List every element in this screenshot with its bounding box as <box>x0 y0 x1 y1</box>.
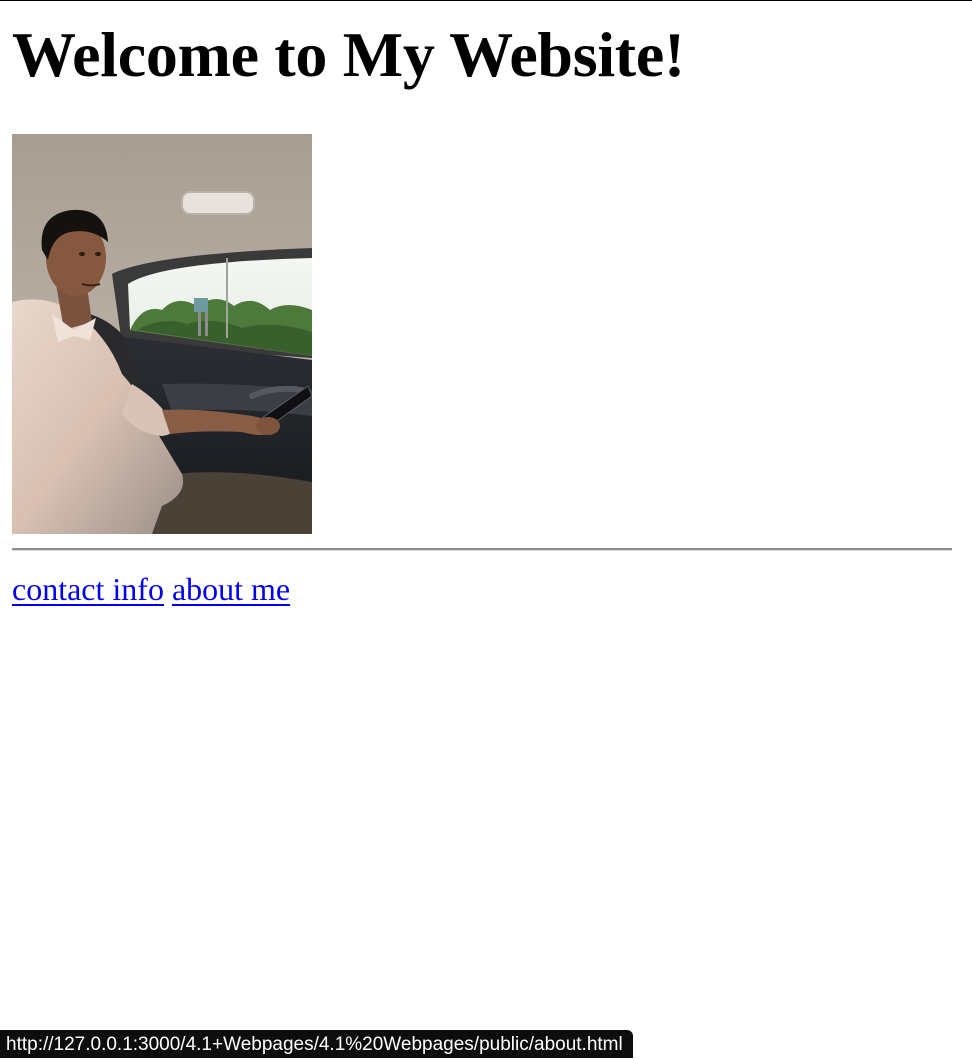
divider <box>12 548 952 551</box>
page-title: Welcome to My Website! <box>12 19 685 90</box>
about-me-link[interactable]: about me <box>172 571 290 607</box>
nav-links: contact info about me <box>12 570 290 608</box>
top-border <box>0 0 972 1</box>
link-preview-status-bar: http://127.0.0.1:3000/4.1+Webpages/4.1%2… <box>0 1030 633 1058</box>
profile-photo <box>12 134 312 534</box>
contact-info-link[interactable]: contact info <box>12 571 164 607</box>
